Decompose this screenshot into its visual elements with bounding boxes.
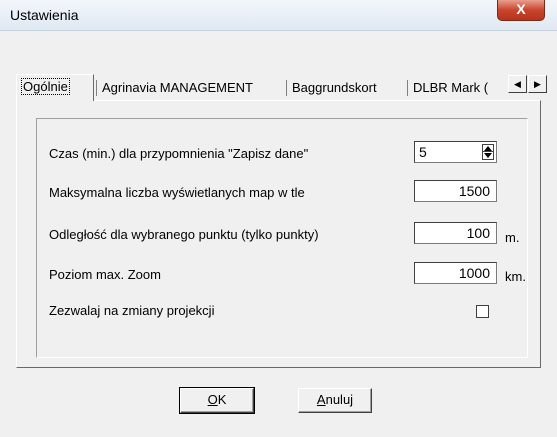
spinner-arrows-icon[interactable] — [482, 144, 494, 160]
tab-ogolnie[interactable]: Ogólnie — [16, 74, 94, 101]
close-button[interactable]: X — [497, 0, 545, 21]
tab-dlbr-mark[interactable]: DLBR Mark ( — [409, 77, 508, 99]
tab-label: Ogólnie — [21, 78, 70, 95]
reminder-spinner[interactable]: 5 — [414, 141, 497, 163]
max-zoom-unit: km. — [505, 269, 526, 284]
reminder-value: 5 — [419, 144, 427, 160]
distance-unit: m. — [505, 230, 520, 245]
tab-scroll-buttons: ◀ ▶ — [508, 75, 548, 93]
distance-label: Odległość dla wybranego punktu (tylko pu… — [49, 227, 319, 242]
close-icon: X — [516, 1, 526, 17]
tab-baggrundskort[interactable]: Baggrundskort — [288, 77, 407, 99]
tab-label: Agrinavia MANAGEMENT — [102, 80, 253, 95]
arrow-right-icon: ▶ — [534, 79, 541, 89]
tab-scroll-left-button[interactable]: ◀ — [508, 75, 527, 93]
cancel-button[interactable]: Anuluj — [298, 388, 372, 413]
distance-value: 100 — [466, 225, 490, 241]
max-maps-value: 1500 — [458, 183, 490, 199]
titlebar[interactable]: Ustawienia X — [0, 0, 557, 31]
ok-button[interactable]: OK — [179, 387, 255, 414]
reminder-label: Czas (min.) dla przypomnienia "Zapisz da… — [49, 146, 309, 161]
tab-agrinavia-management[interactable]: Agrinavia MANAGEMENT — [98, 77, 281, 99]
tab-scroll-right-button[interactable]: ▶ — [528, 75, 547, 93]
distance-input[interactable]: 100 — [414, 222, 497, 244]
cancel-accelerator: A — [316, 392, 326, 407]
ok-label: K — [217, 392, 227, 407]
tab-label: DLBR Mark ( — [413, 80, 489, 95]
window-title: Ustawienia — [10, 7, 79, 23]
ok-accelerator: O — [207, 392, 218, 407]
tab-strip: Ogólnie Agrinavia MANAGEMENT Baggrundsko… — [16, 74, 542, 101]
tab-divider — [407, 80, 408, 96]
projection-checkbox[interactable] — [476, 305, 489, 318]
projection-label: Zezwalaj na zmiany projekcji — [49, 303, 215, 318]
arrow-left-icon: ◀ — [514, 79, 521, 89]
max-zoom-label: Poziom max. Zoom — [49, 267, 161, 282]
cancel-label: nuluj — [325, 392, 354, 407]
max-maps-label: Maksymalna liczba wyświetlanych map w tl… — [49, 185, 305, 200]
max-zoom-value: 1000 — [458, 265, 490, 281]
tab-divider — [286, 80, 287, 96]
max-maps-input[interactable]: 1500 — [414, 180, 497, 202]
tab-divider — [96, 80, 97, 96]
tab-label: Baggrundskort — [292, 80, 377, 95]
max-zoom-input[interactable]: 1000 — [414, 262, 497, 284]
